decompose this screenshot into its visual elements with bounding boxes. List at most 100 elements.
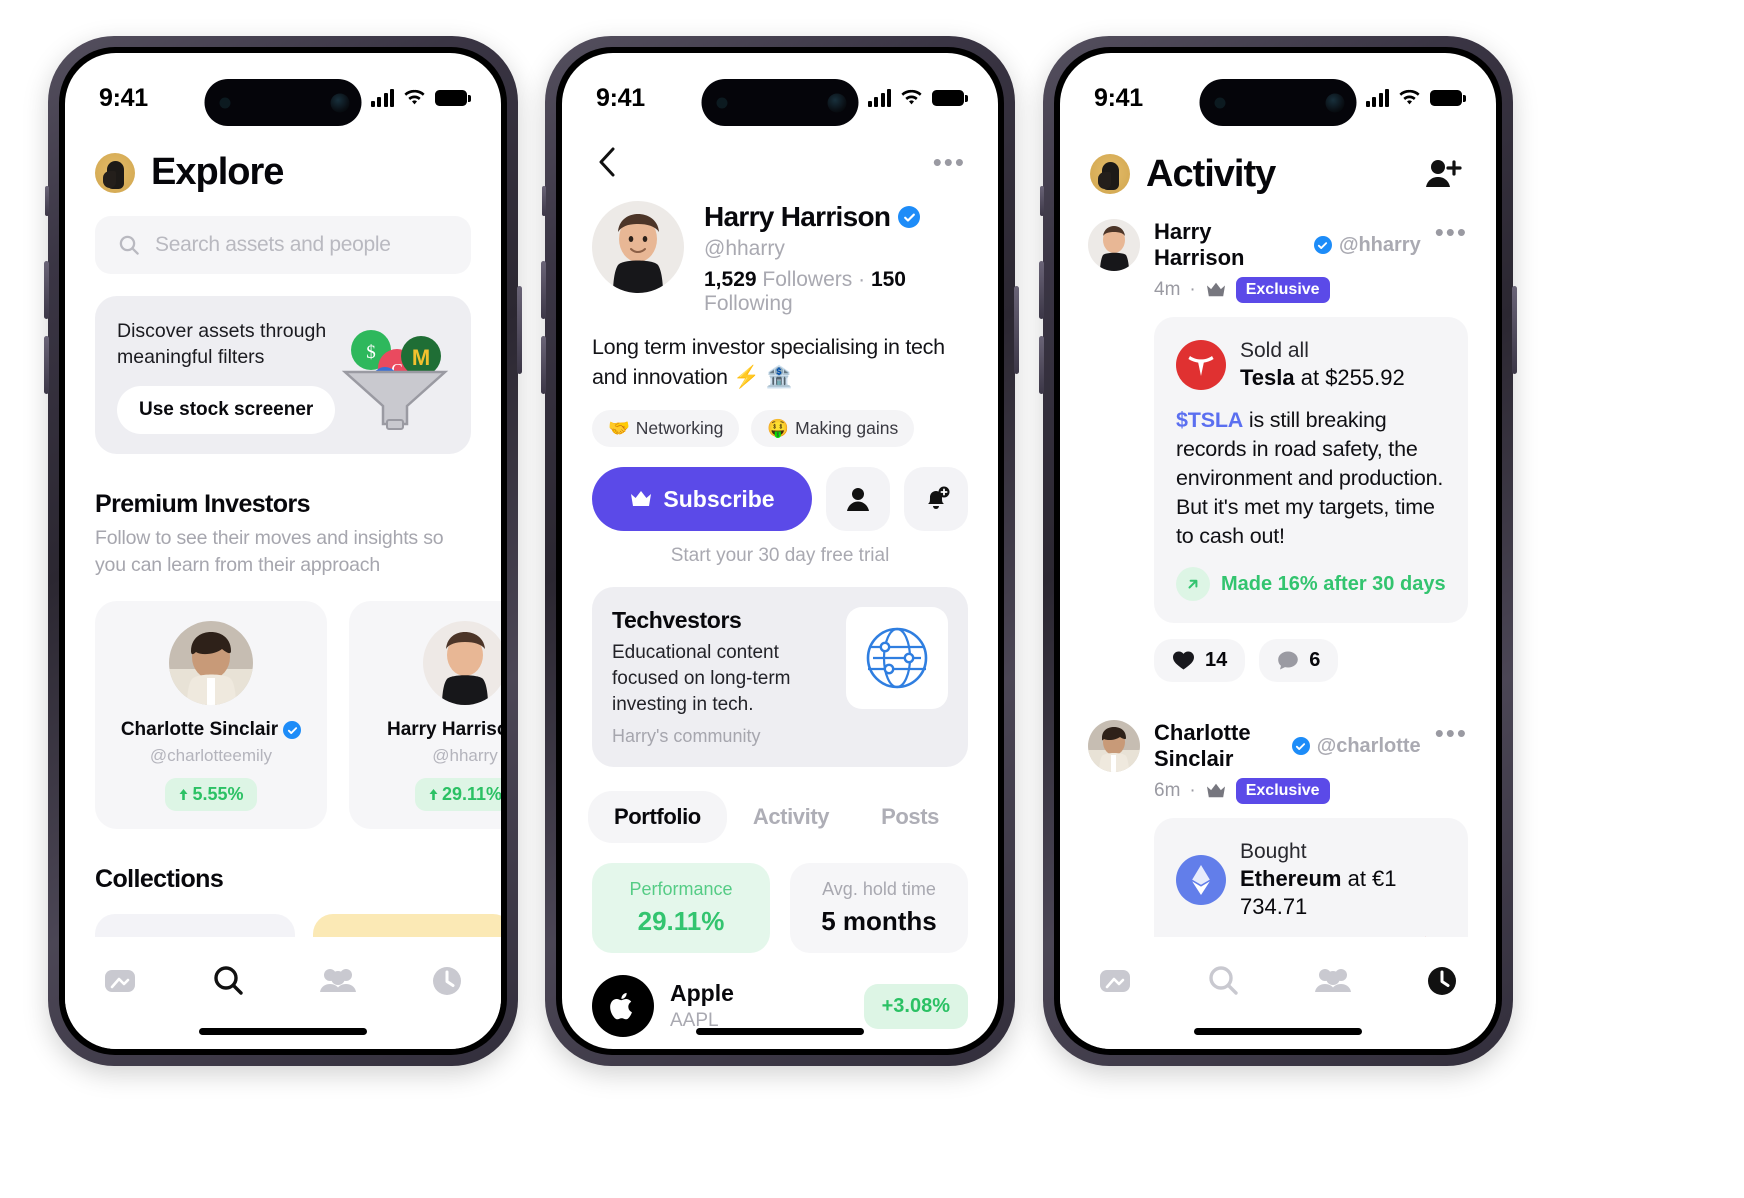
tab-posts[interactable]: Posts [855,791,965,843]
post-more-button[interactable]: ••• [1435,219,1468,245]
add-person-button[interactable] [1420,151,1466,197]
search-input[interactable]: Search assets and people [95,216,471,274]
holding-row[interactable]: Apple AAPL +3.08% [562,953,998,1037]
status-indicators [867,89,968,107]
volume-up-button[interactable] [541,261,546,319]
avatar [423,621,501,705]
comment-button[interactable]: 6 [1259,639,1339,682]
comment-icon [1278,651,1299,670]
sidebar-item-feed[interactable] [89,953,151,1009]
follow-button[interactable] [826,467,890,531]
meta-separator: · [1189,780,1196,801]
power-button[interactable] [1512,286,1517,374]
community-title: Techvestors [612,607,742,633]
trade-action: Sold all [1240,339,1309,362]
status-time: 9:41 [1094,83,1143,112]
section-heading: Premium Investors [95,490,310,518]
trade-asset-line: Ethereum at €1 734.71 [1240,865,1446,921]
tesla-logo-icon [1176,339,1226,390]
page-title: Explore [151,151,284,193]
volume-down-button[interactable] [541,336,546,394]
power-button[interactable] [517,286,522,374]
post-card[interactable]: Sold all Tesla at $255.92 $TSLA is still… [1154,317,1468,623]
silent-switch[interactable] [45,186,49,216]
battery-icon [932,90,968,106]
svg-text:M: M [412,345,430,370]
phone-explore: 9:41 Explore Search assets and people Di… [44,36,522,1066]
interest-chips: 🤝 Networking 🤑 Making gains [562,392,998,447]
page-title: Activity [1146,152,1276,195]
search-icon [119,235,139,255]
post-more-button[interactable]: ••• [1435,720,1468,746]
wifi-icon [1399,89,1420,105]
battery-icon [1430,90,1466,106]
profile-handle: @hharry [704,237,785,260]
premium-investors-section: Premium Investors Follow to see their mo… [65,490,501,1004]
trade-asset-price: at $255.92 [1294,365,1405,390]
interest-chip[interactable]: 🤝 Networking [592,410,740,447]
sidebar-item-activity[interactable] [1411,953,1473,1009]
bell-plus-icon [928,486,950,509]
back-button[interactable] [594,145,620,179]
post-author-row: Harry Harrison @hharry [1154,219,1421,271]
screener-text: Discover assets through meaningful filte… [117,320,327,368]
front-camera-icon [827,93,847,112]
trade-action: Bought [1240,840,1307,863]
post-time: 4m [1154,279,1181,300]
stat-value: 29.11% [637,906,725,936]
investor-card[interactable]: Harry Harrison @hharry 29.11% [349,601,501,829]
tab-portfolio[interactable]: Portfolio [588,791,727,843]
feed-icon [104,970,135,992]
sidebar-item-feed[interactable] [1084,953,1146,1009]
sidebar-item-search[interactable] [1193,953,1255,1009]
investor-card[interactable]: Charlotte Sinclair @charlotteemily 5.55% [95,601,327,829]
user-avatar-icon[interactable] [1090,154,1130,194]
stat-hold-time: Avg. hold time 5 months [790,863,968,953]
holding-row[interactable]: amc AMC AMC +6.19% [562,1037,998,1049]
silent-switch[interactable] [542,186,546,216]
profile-name: Harry Harrison [704,201,891,232]
like-button[interactable]: 14 [1154,639,1246,682]
exclusive-badge: Exclusive [1235,778,1330,804]
tab-activity[interactable]: Activity [727,791,855,843]
profile-bio: Long term investor specialising in tech … [592,335,945,389]
use-stock-screener-button[interactable]: Use stock screener [117,386,336,434]
dynamic-island [204,79,362,126]
volume-up-button[interactable] [1039,261,1044,319]
volume-down-button[interactable] [44,336,49,394]
phone-bezel: 9:41 Activity Harry Harrison @hharry 4m … [1054,47,1502,1055]
subscribe-button[interactable]: Subscribe [592,467,812,531]
notify-button[interactable] [904,467,968,531]
post-author-block: Harry Harrison @hharry 4m · Exclusive [1154,219,1421,303]
more-options-button[interactable]: ••• [933,149,966,175]
status-indicators [1365,89,1466,107]
investor-name: Harry Harrison [386,719,501,740]
cashtag-link[interactable]: $TSLA [1176,408,1243,432]
sidebar-item-people[interactable] [307,953,369,1009]
power-button[interactable] [1014,286,1019,374]
screenshot-canvas: 9:41 Explore Search assets and people Di… [0,0,1744,1198]
stock-screener-card[interactable]: Discover assets through meaningful filte… [95,296,471,454]
sidebar-item-search[interactable] [198,953,260,1009]
gain-row: Made 16% after 30 days [1176,567,1446,601]
svg-text:$: $ [366,342,376,363]
silent-switch[interactable] [1040,186,1044,216]
community-card[interactable]: Techvestors Educational content focused … [592,587,968,767]
avatar[interactable] [1088,219,1140,271]
avatar[interactable] [1088,720,1140,772]
verified-badge-icon [898,206,921,228]
status-indicators [370,89,471,107]
sidebar-item-people[interactable] [1302,953,1364,1009]
screen-profile: 9:41 ••• Harry Harrison @hharry 1,529 Fo… [562,53,998,1049]
volume-up-button[interactable] [44,261,49,319]
user-avatar-icon[interactable] [95,152,135,193]
front-camera-icon [1325,93,1345,112]
sidebar-item-activity[interactable] [416,953,478,1009]
volume-down-button[interactable] [1039,336,1044,394]
phone-activity: 9:41 Activity Harry Harrison @hharry 4m … [1039,36,1517,1066]
arrow-up-icon [179,789,188,800]
interest-chip[interactable]: 🤑 Making gains [751,410,915,447]
apple-logo-icon [592,975,654,1037]
community-icon-box [846,607,948,709]
crown-icon [631,491,652,506]
